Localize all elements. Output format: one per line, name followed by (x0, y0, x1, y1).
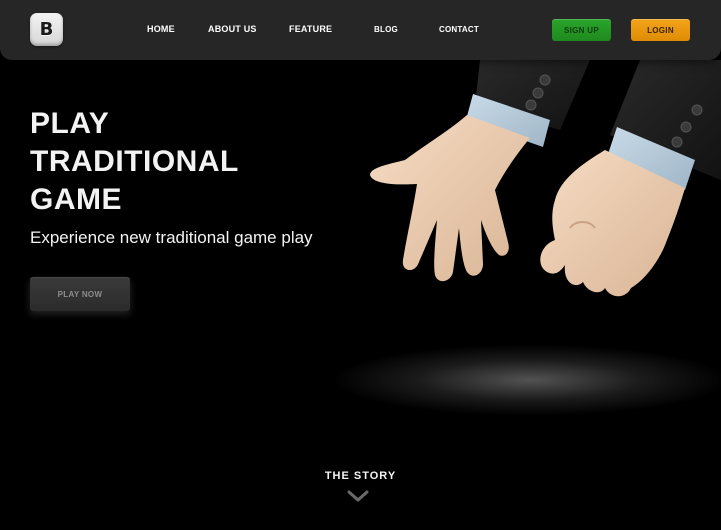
navbar: B HOME ABOUT US FEATURE BLOG CONTACT SIG… (0, 0, 721, 60)
hands-illustration (370, 60, 721, 297)
nav-feature[interactable]: FEATURE (289, 24, 332, 34)
nav-home[interactable]: HOME (147, 24, 175, 34)
logo-letter: B (39, 19, 54, 40)
chevron-down-icon[interactable] (347, 489, 369, 503)
nav-blog[interactable]: BLOG (374, 25, 398, 34)
login-button[interactable]: LOGIN (631, 19, 690, 41)
hero-subtitle: Experience new traditional game play (30, 228, 313, 247)
nav-about-us[interactable]: ABOUT US (208, 24, 257, 34)
landing-page: B HOME ABOUT US FEATURE BLOG CONTACT SIG… (0, 0, 721, 530)
story-label: THE STORY (324, 470, 397, 482)
nav-contact[interactable]: CONTACT (439, 25, 479, 34)
play-now-button[interactable]: PLAY NOW (30, 277, 130, 311)
hero-title: PLAY TRADITIONAL GAME (30, 107, 239, 216)
brand-logo[interactable]: B (30, 13, 63, 46)
sign-up-button[interactable]: SIGN UP (552, 19, 611, 41)
